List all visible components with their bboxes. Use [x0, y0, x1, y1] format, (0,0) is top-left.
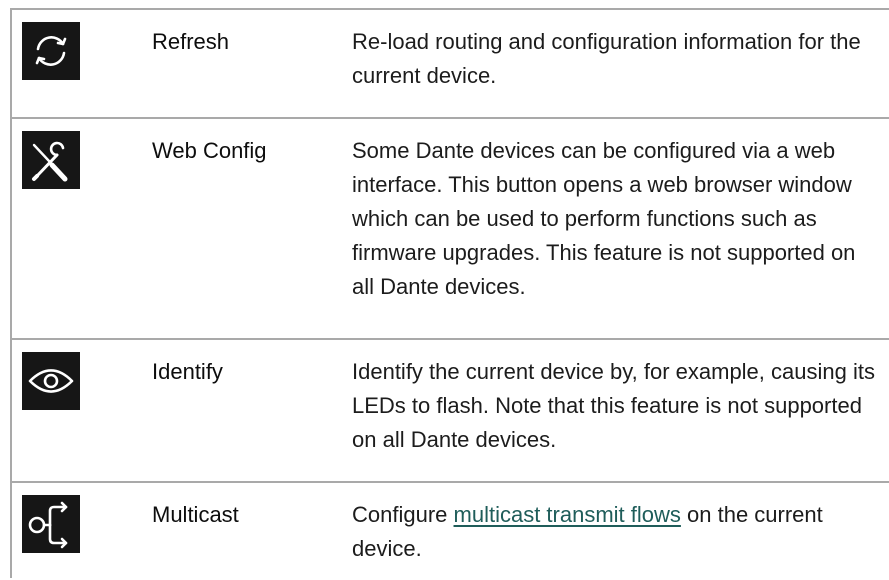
eye-icon	[22, 352, 80, 410]
description-text: Configure	[352, 502, 454, 527]
table-row-multicast: Multicast Configure multicast transmit f…	[12, 483, 889, 580]
multicast-transmit-flows-link[interactable]: multicast transmit flows	[454, 502, 681, 527]
web-config-tools-icon	[22, 131, 80, 189]
table-row-identify: Identify Identify the current device by,…	[12, 340, 889, 483]
button-name: Identify	[152, 359, 223, 384]
refresh-icon	[22, 22, 80, 80]
button-description: Identify the current device by, for exam…	[352, 359, 875, 452]
table-row-web-config: Web Config Some Dante devices can be con…	[12, 119, 889, 340]
multicast-icon	[22, 495, 80, 553]
button-name: Multicast	[152, 502, 239, 527]
button-name: Web Config	[152, 138, 267, 163]
toolbar-buttons-table: Refresh Re-load routing and configuratio…	[10, 8, 889, 578]
button-description: Some Dante devices can be configured via…	[352, 138, 856, 299]
table-row-refresh: Refresh Re-load routing and configuratio…	[12, 10, 889, 119]
button-description: Re-load routing and configuration inform…	[352, 29, 861, 88]
button-description: Configure multicast transmit flows on th…	[352, 498, 882, 566]
button-name: Refresh	[152, 29, 230, 54]
